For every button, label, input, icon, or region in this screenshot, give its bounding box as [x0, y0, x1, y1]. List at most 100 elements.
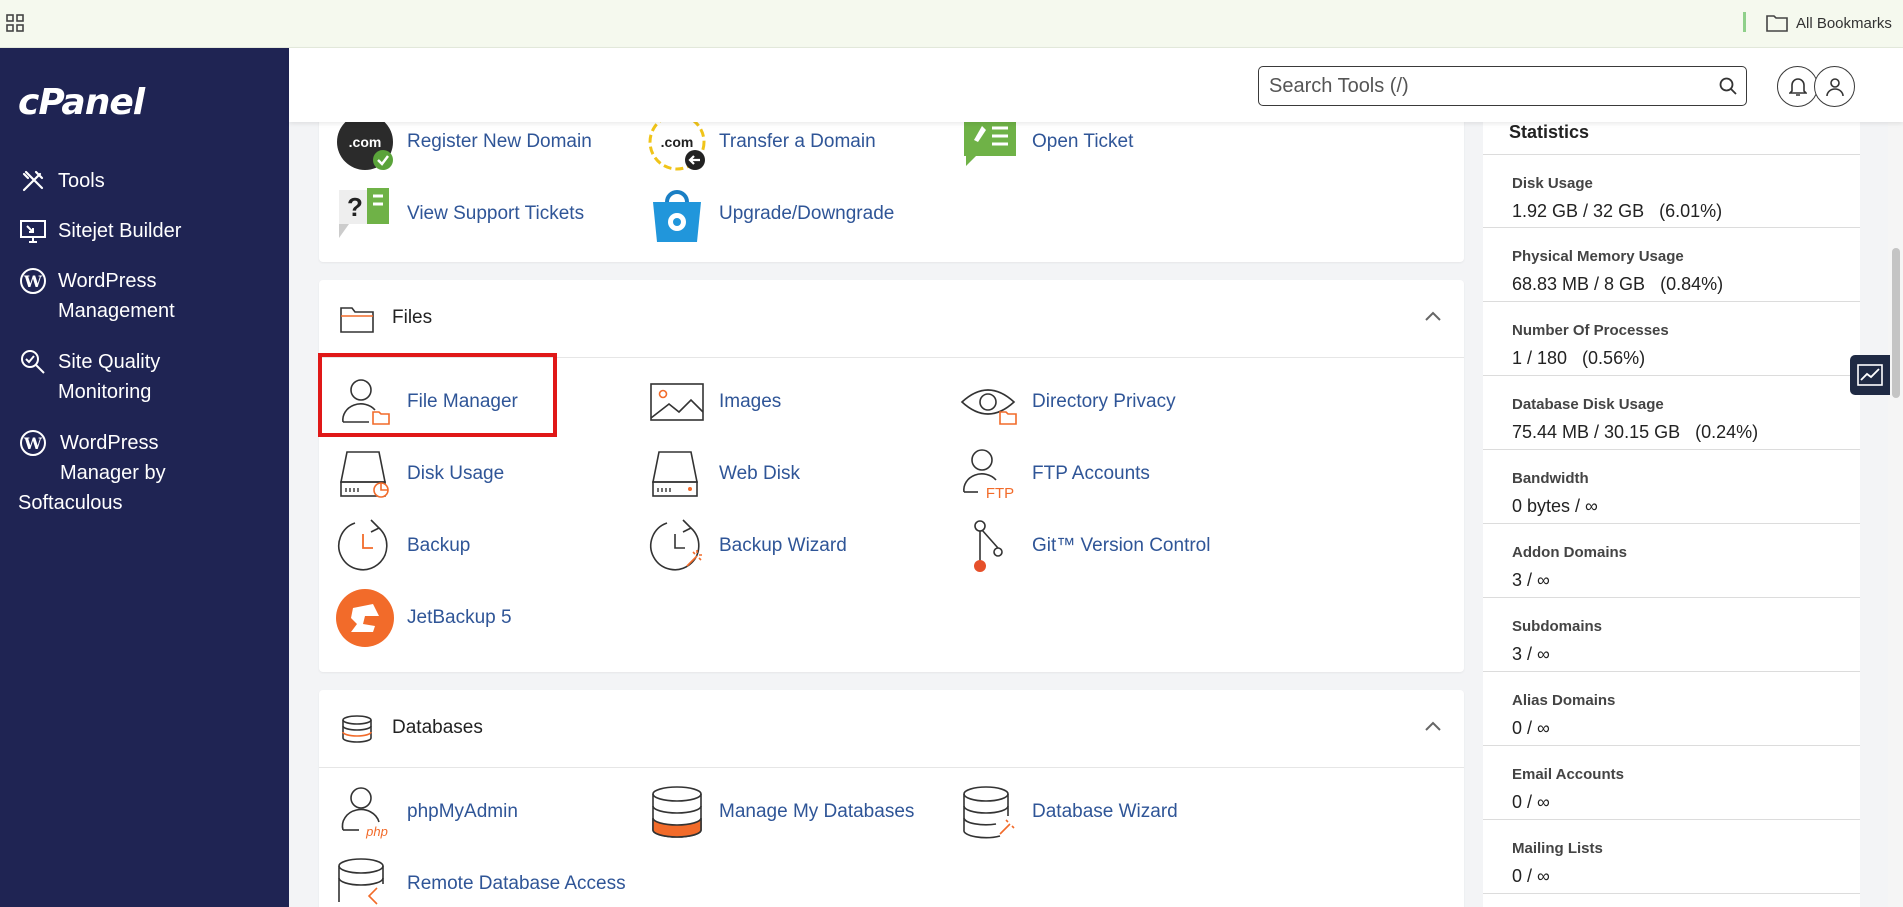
register-domain-icon: .com [335, 122, 395, 172]
stat-value: 0 bytes / ∞ [1512, 496, 1598, 516]
stats-toggle-button[interactable] [1850, 355, 1890, 395]
files-card-header[interactable]: Files [319, 280, 1464, 358]
stat-label: Disk Usage [1512, 175, 1593, 192]
sitejet-icon [18, 216, 48, 246]
trend-chart-icon [1857, 364, 1883, 386]
sidebar-item-label: WordPress [60, 432, 159, 454]
stat-row: Subdomains 3 / ∞ [1483, 598, 1860, 672]
search-tools-field[interactable] [1258, 66, 1747, 106]
tool-register-new-domain[interactable]: .com Register New Domain [335, 122, 592, 172]
all-bookmarks-button[interactable]: All Bookmarks [1766, 12, 1892, 34]
main-content[interactable]: .com Register New Domain .com Transfer a… [289, 122, 1479, 907]
tool-label: Upgrade/Downgrade [719, 203, 895, 224]
stat-value: 3 / ∞ [1512, 570, 1550, 590]
manage-databases-icon [647, 782, 707, 842]
stat-row: Number Of Processes 1 / 180 (0.56%) [1483, 302, 1860, 376]
stat-value: 0 / ∞ [1512, 792, 1550, 812]
cpanel-logo[interactable]: cPanel [18, 82, 145, 123]
bookmark-separator [1743, 12, 1746, 32]
support-tickets-icon: ? [335, 184, 395, 244]
stat-value: 75.44 MB / 30.15 GB (0.24%) [1512, 422, 1759, 442]
tool-upgrade-downgrade[interactable]: Upgrade/Downgrade [647, 184, 894, 244]
stat-row: Mailing Lists 0 / ∞ [1483, 820, 1860, 894]
chevron-up-icon[interactable] [1424, 310, 1442, 322]
page-scrollbar[interactable] [1888, 48, 1903, 907]
tool-label: Git™ Version Control [1032, 535, 1211, 556]
stat-row: Physical Memory Usage 68.83 MB / 8 GB (0… [1483, 228, 1860, 302]
sidebar-item-wordpress-softaculous[interactable]: W WordPress Manager by [18, 428, 278, 488]
tool-disk-usage[interactable]: Disk Usage [335, 444, 504, 504]
transfer-domain-icon: .com [647, 122, 707, 172]
sidebar-item-label-line2: Management [58, 300, 175, 322]
scrollbar-thumb[interactable] [1892, 248, 1900, 398]
tool-backup-wizard[interactable]: Backup Wizard [647, 516, 847, 576]
tool-view-support-tickets[interactable]: ? View Support Tickets [335, 184, 584, 244]
apps-grid-icon[interactable] [6, 14, 24, 32]
sidebar-item-site-quality[interactable]: Site Quality Monitoring [18, 347, 278, 407]
tool-directory-privacy[interactable]: Directory Privacy [960, 372, 1176, 432]
stat-label: Database Disk Usage [1512, 396, 1664, 413]
tool-jetbackup-5[interactable]: JetBackup 5 [335, 588, 512, 648]
stat-row: Email Accounts 0 / ∞ [1483, 746, 1860, 820]
stat-row: Bandwidth 0 bytes / ∞ [1483, 450, 1860, 524]
svg-text:W: W [23, 434, 43, 453]
bookmarks-bar: All Bookmarks [0, 0, 1903, 48]
notifications-button[interactable] [1777, 66, 1818, 107]
tool-database-wizard[interactable]: Database Wizard [960, 782, 1178, 842]
tool-label: JetBackup 5 [407, 607, 512, 628]
images-icon [647, 372, 707, 432]
tool-git-version-control[interactable]: Git™ Version Control [960, 516, 1210, 576]
tool-open-ticket[interactable]: Open Ticket [960, 122, 1133, 172]
top-header [289, 48, 1903, 122]
folder-icon [340, 307, 374, 333]
chevron-up-icon[interactable] [1424, 720, 1442, 732]
database-wizard-icon [960, 782, 1020, 842]
tool-phpmyadmin[interactable]: php phpMyAdmin [335, 782, 518, 842]
tool-web-disk[interactable]: Web Disk [647, 444, 800, 504]
stat-value: 1 / 180 (0.56%) [1512, 348, 1646, 368]
tool-label: Web Disk [719, 463, 800, 484]
wordpress-icon: W [18, 428, 48, 458]
jetbackup-icon [335, 588, 395, 648]
tool-label: Database Wizard [1032, 801, 1178, 822]
svg-text:.com: .com [349, 134, 382, 150]
sidebar: cPanel Tools Sitejet Builder W WordPress… [0, 48, 289, 907]
stat-value: 0 / ∞ [1512, 866, 1550, 886]
sidebar-item-label-line2: Monitoring [58, 381, 152, 403]
search-input[interactable] [1269, 72, 1699, 100]
card-title: Files [392, 307, 433, 328]
user-icon [1825, 77, 1844, 96]
backup-icon [335, 516, 395, 576]
tool-backup[interactable]: Backup [335, 516, 470, 576]
user-account-button[interactable] [1814, 66, 1855, 107]
backup-wizard-icon [647, 516, 707, 576]
tool-transfer-domain[interactable]: .com Transfer a Domain [647, 122, 876, 172]
stat-label: Subdomains [1512, 618, 1603, 635]
tool-label: Directory Privacy [1032, 391, 1176, 412]
tool-label: Images [719, 391, 782, 412]
tool-label: Backup [407, 535, 471, 556]
tool-ftp-accounts[interactable]: FTP FTP Accounts [960, 444, 1150, 504]
tool-label: Transfer a Domain [719, 131, 876, 152]
sidebar-item-tools[interactable]: Tools [18, 166, 278, 196]
tool-images[interactable]: Images [647, 372, 781, 432]
tool-remote-database-access[interactable]: Remote Database Access [335, 854, 626, 907]
stat-label: Number Of Processes [1512, 322, 1669, 339]
stat-label: Bandwidth [1512, 470, 1589, 487]
web-disk-icon [647, 444, 707, 504]
stat-value: 0 / ∞ [1512, 718, 1550, 738]
tool-manage-my-databases[interactable]: Manage My Databases [647, 782, 914, 842]
tool-label: Backup Wizard [719, 535, 847, 556]
search-icon[interactable] [1718, 76, 1738, 96]
stat-label: Physical Memory Usage [1512, 248, 1684, 265]
files-card: Files File Manager Images Directory Priv… [319, 280, 1464, 672]
stat-row: Alias Domains 0 / ∞ [1483, 672, 1860, 746]
statistics-panel: Statistics Disk Usage 1.92 GB / 32 GB (6… [1483, 122, 1860, 907]
directory-privacy-icon [960, 372, 1020, 432]
databases-card-header[interactable]: Databases [319, 690, 1464, 768]
stat-label: Alias Domains [1512, 692, 1616, 709]
folder-icon [1766, 15, 1788, 32]
domains-card: .com Register New Domain .com Transfer a… [319, 122, 1464, 262]
sidebar-item-wordpress-management[interactable]: W WordPress Management [18, 266, 278, 326]
sidebar-item-sitejet[interactable]: Sitejet Builder [18, 216, 278, 246]
